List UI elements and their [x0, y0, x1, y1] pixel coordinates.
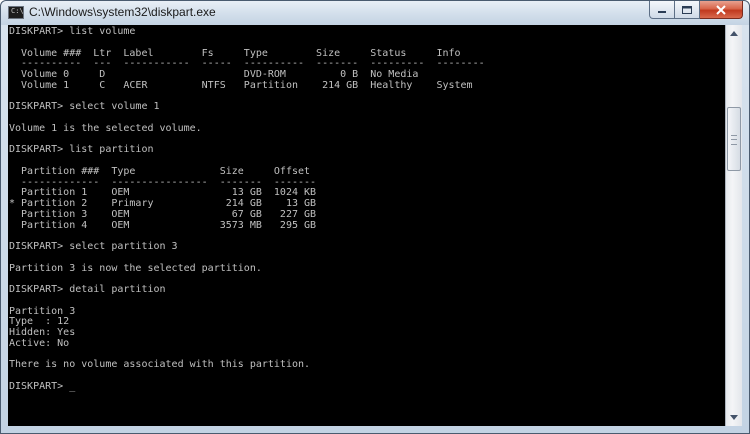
title-bar[interactable]: C:\ C:\Windows\system32\diskpart.exe	[1, 1, 749, 25]
close-icon	[716, 4, 726, 15]
console-line: Partition 4 OEM 3573 MB 295 GB	[9, 219, 317, 231]
console-window: C:\ C:\Windows\system32\diskpart.exe DIS…	[0, 0, 750, 434]
maximize-button[interactable]	[675, 1, 700, 19]
console-line: DISKPART> list partition	[9, 144, 154, 156]
close-button[interactable]	[700, 1, 743, 19]
console-text: DISKPART> list volume Volume ### Ltr Lab…	[9, 26, 485, 393]
arrow-up-icon	[730, 31, 738, 36]
console-line: There is no volume associated with this …	[9, 359, 311, 371]
console-line: * Partition 2 Primary 214 GB 13 GB	[9, 198, 317, 209]
console-line: Partition 3 is now the selected partitio…	[9, 262, 262, 274]
console-line: Partition 3 OEM 67 GB 227 GB	[9, 208, 317, 220]
minimize-button[interactable]	[649, 1, 675, 19]
console-line: DISKPART> detail partition	[9, 284, 166, 295]
console-line: Type : 12	[9, 316, 70, 328]
console-line: Active: No	[9, 337, 70, 349]
text-cursor: _	[69, 380, 76, 392]
console-output-area[interactable]: DISKPART> list volume Volume ### Ltr Lab…	[8, 25, 725, 426]
console-line: DISKPART> list volume	[9, 26, 136, 37]
scroll-up-button[interactable]	[726, 25, 742, 42]
console-line: DISKPART> select partition 3	[9, 241, 178, 252]
minimize-icon	[658, 10, 666, 13]
scroll-down-button[interactable]	[726, 409, 742, 426]
console-line: Volume 1 C ACER NTFS Partition 214 GB He…	[9, 79, 473, 91]
console-line: Partition ### Type Size Offset	[9, 165, 311, 177]
vertical-scrollbar[interactable]	[725, 25, 742, 426]
console-line: ------------- ---------------- ------- -…	[9, 176, 317, 188]
console-line: Volume 0 D DVD-ROM 0 B No Media	[9, 69, 419, 80]
maximize-icon	[682, 5, 692, 14]
arrow-down-icon	[730, 415, 738, 420]
scrollbar-thumb[interactable]	[727, 107, 741, 171]
caption-buttons	[649, 1, 743, 20]
console-line: Volume 1 is the selected volume.	[9, 122, 202, 134]
console-line: Partition 3	[9, 305, 76, 317]
console-line: DISKPART> select volume 1	[9, 101, 160, 113]
console-line: DISKPART>	[9, 380, 70, 392]
console-line: Volume ### Ltr Label Fs Type Size Status…	[9, 47, 461, 59]
console-line: ---------- --- ----------- ----- -------…	[9, 58, 485, 70]
window-title: C:\Windows\system32\diskpart.exe	[29, 5, 216, 19]
cmd-icon[interactable]: C:\	[8, 6, 24, 19]
console-line: Hidden: Yes	[9, 327, 76, 338]
console-line: Partition 1 OEM 13 GB 1024 KB	[9, 187, 317, 199]
cmd-icon-label: C:\	[11, 7, 24, 15]
grip-icon	[731, 135, 737, 145]
